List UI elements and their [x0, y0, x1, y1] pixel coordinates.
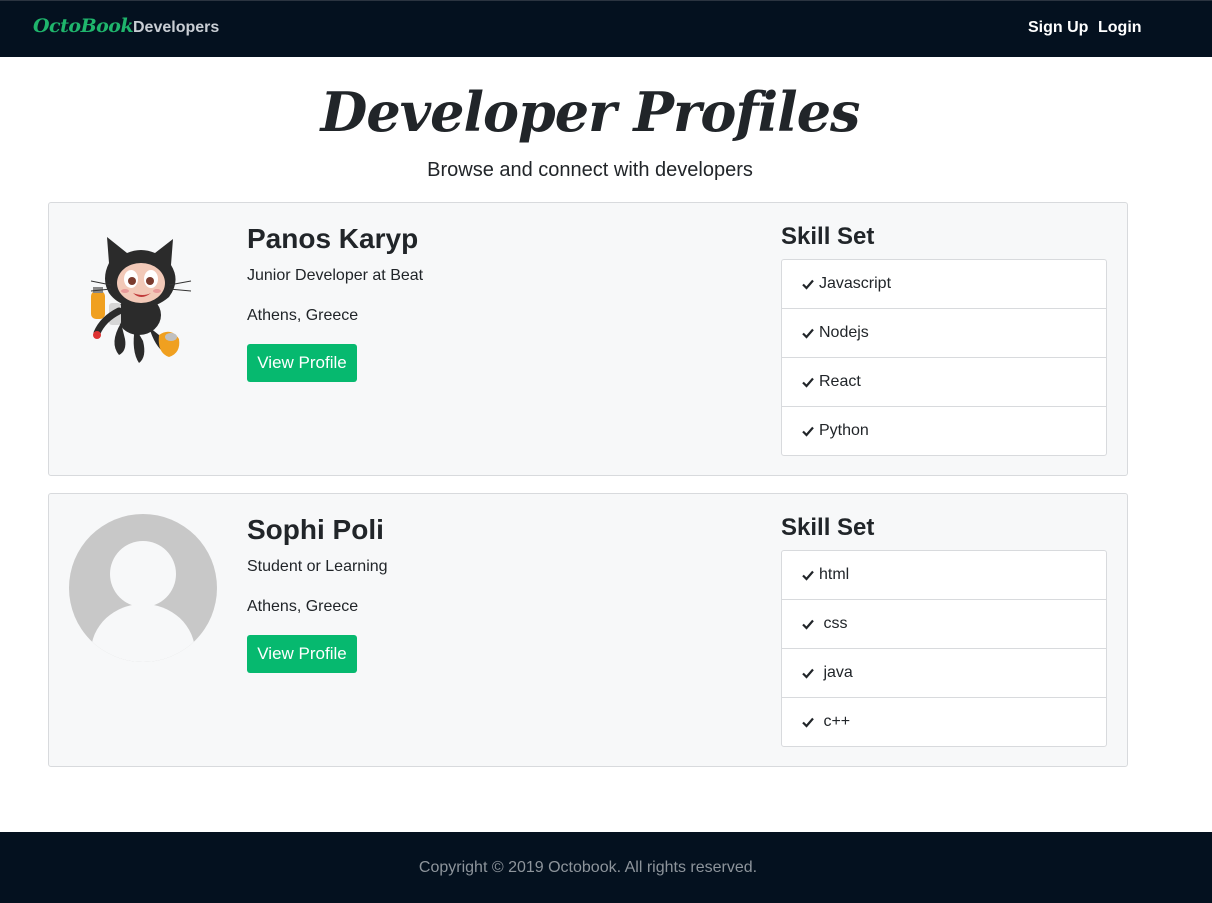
profile-card: Sophi Poli Student or Learning Athens, G…: [48, 493, 1128, 767]
skill-item: React: [782, 358, 1106, 407]
page-title: Developer Profiles: [320, 80, 861, 144]
check-icon: [802, 619, 814, 630]
check-icon: [802, 570, 814, 581]
skill-label: Javascript: [819, 275, 892, 292]
page-subtitle: Browse and connect with developers: [427, 159, 753, 181]
navbar: OctoBook Developers Sign Up Login: [0, 0, 1212, 57]
check-icon: [802, 668, 814, 679]
footer: Copyright © 2019 Octobook. All rights re…: [0, 832, 1212, 903]
skill-label: java: [819, 664, 853, 681]
skill-list: html css java c++: [781, 550, 1107, 747]
skill-set-heading: Skill Set: [781, 514, 875, 541]
profile-role: Junior Developer at Beat: [247, 267, 424, 284]
skill-item: Javascript: [782, 260, 1106, 309]
profile-location: Athens, Greece: [247, 598, 359, 615]
view-profile-button[interactable]: View Profile: [247, 635, 357, 673]
profile-location: Athens, Greece: [247, 307, 359, 324]
brand-logo-link[interactable]: OctoBook: [33, 15, 134, 37]
profile-card: Panos Karyp Junior Developer at Beat Ath…: [48, 202, 1128, 476]
view-profile-button[interactable]: View Profile: [247, 344, 357, 382]
skill-item: java: [782, 649, 1106, 698]
check-icon: [802, 377, 814, 388]
check-icon: [802, 279, 814, 290]
skill-label: css: [819, 615, 848, 632]
skill-item: css: [782, 600, 1106, 649]
skill-label: html: [819, 566, 850, 583]
profile-name: Panos Karyp: [247, 223, 419, 254]
skill-list: Javascript Nodejs React Python: [781, 259, 1107, 456]
default-user-avatar-icon: [69, 514, 217, 662]
skill-label: Nodejs: [819, 324, 869, 341]
nav-sign-up-link[interactable]: Sign Up: [1028, 19, 1088, 37]
skill-label: c++: [819, 713, 851, 730]
profile-role: Student or Learning: [247, 558, 388, 575]
skill-item: Python: [782, 407, 1106, 455]
skill-item: c++: [782, 698, 1106, 746]
skill-label: Python: [819, 422, 869, 439]
skill-label: React: [819, 373, 861, 390]
copyright-text: Copyright © 2019 Octobook. All rights re…: [418, 859, 758, 876]
check-icon: [802, 328, 814, 339]
skill-item: Nodejs: [782, 309, 1106, 358]
nav-login-link[interactable]: Login: [1098, 19, 1142, 37]
check-icon: [802, 717, 814, 728]
profile-name: Sophi Poli: [247, 514, 384, 545]
skill-set-heading: Skill Set: [781, 223, 875, 250]
check-icon: [802, 426, 814, 437]
skill-item: html: [782, 551, 1106, 600]
octocat-avatar-icon: [69, 223, 217, 371]
nav-developers-link[interactable]: Developers: [133, 19, 219, 37]
